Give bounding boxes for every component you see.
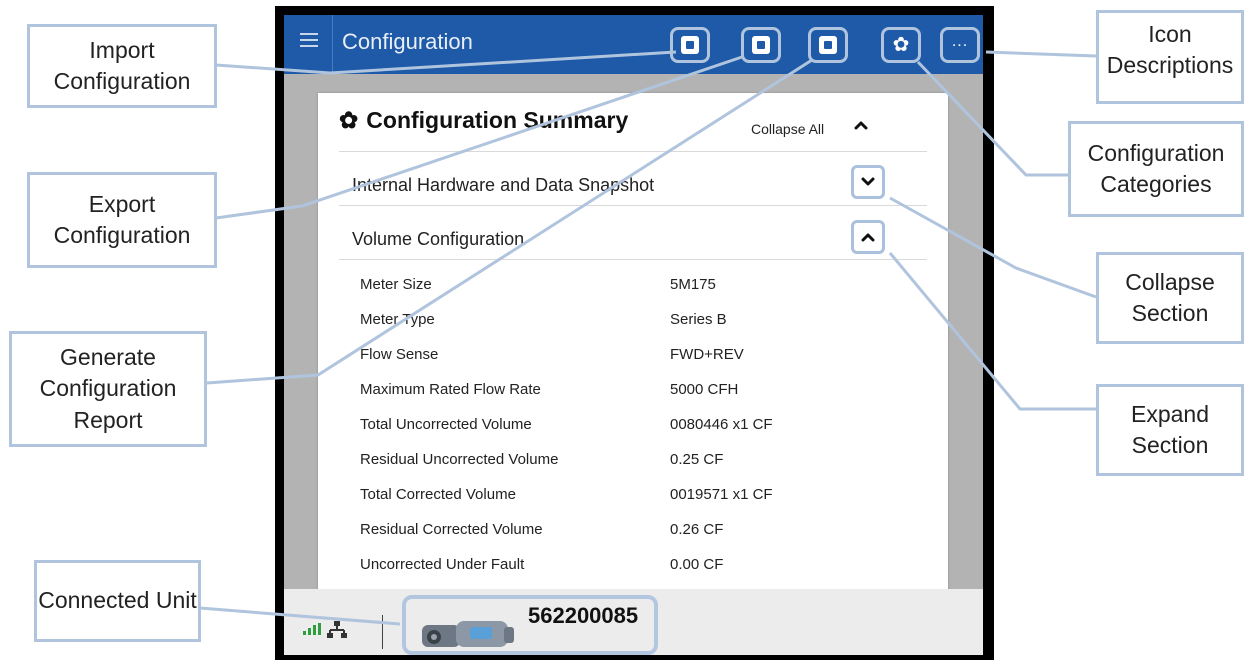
signal-strength-icon — [303, 623, 321, 635]
import-config-button[interactable] — [670, 27, 710, 63]
section-hardware-snapshot[interactable]: Internal Hardware and Data Snapshot — [352, 175, 654, 196]
row-label: Maximum Rated Flow Rate — [360, 381, 541, 398]
summary-heading: ✿ Configuration Summary — [339, 107, 628, 134]
row-value: 0.25 CF — [670, 451, 724, 468]
report-file-icon — [819, 36, 837, 54]
row-value: FWD+REV — [670, 346, 744, 363]
callout-configuration-categories: Configuration Categories — [1068, 121, 1244, 217]
row-value: 0019571 x1 CF — [670, 486, 773, 503]
table-row: Meter Size 5M175 — [360, 276, 920, 300]
page-title: Configuration — [342, 29, 473, 54]
row-label: Residual Uncorrected Volume — [360, 451, 559, 468]
section-volume-configuration[interactable]: Volume Configuration — [352, 229, 524, 250]
icon-descriptions-button[interactable]: ... — [940, 27, 980, 63]
app-screen: Configuration ✿ ... ✿ Configuration Summa… — [284, 15, 983, 655]
divider — [339, 205, 927, 206]
generate-report-button[interactable] — [808, 27, 848, 63]
import-file-icon — [681, 36, 699, 54]
row-value: 0.26 CF — [670, 521, 724, 538]
row-value: 0.00 CF — [670, 556, 724, 573]
chevron-down-icon — [861, 177, 875, 186]
export-config-button[interactable] — [741, 27, 781, 63]
export-file-icon — [752, 36, 770, 54]
chevron-up-icon — [861, 233, 875, 242]
row-value: 5M175 — [670, 276, 716, 293]
status-footer: 562200085 — [284, 589, 983, 655]
callout-expand-section: Expand Section — [1096, 384, 1244, 476]
gear-icon: ✿ — [339, 107, 359, 133]
table-row: Flow Sense FWD+REV — [360, 346, 920, 370]
network-icon — [327, 621, 347, 638]
row-label: Total Corrected Volume — [360, 486, 516, 503]
more-dots-icon: ... — [951, 33, 969, 50]
chevron-up-icon[interactable] — [853, 117, 869, 133]
callout-import-configuration: Import Configuration — [27, 24, 217, 108]
table-row: Total Corrected Volume 0019571 x1 CF — [360, 486, 920, 510]
meter-device-icon — [422, 621, 514, 647]
row-label: Residual Corrected Volume — [360, 521, 543, 538]
callout-connected-unit: Connected Unit — [34, 560, 201, 642]
title-divider — [332, 15, 333, 74]
row-value: Series B — [670, 311, 727, 328]
table-row: Residual Uncorrected Volume 0.25 CF — [360, 451, 920, 475]
row-label: Uncorrected Under Fault — [360, 556, 525, 573]
row-value: 0080446 x1 CF — [670, 416, 773, 433]
configuration-summary-card: ✿ Configuration Summary Collapse All Inte… — [318, 93, 948, 623]
callout-icon-descriptions: Icon Descriptions — [1096, 10, 1244, 104]
callout-generate-report: Generate Configuration Report — [9, 331, 207, 447]
callout-collapse-section: Collapse Section — [1096, 252, 1244, 344]
leader-icon-descriptions — [985, 50, 1097, 58]
row-label: Total Uncorrected Volume — [360, 416, 532, 433]
divider — [339, 151, 927, 152]
row-value: 5000 CFH — [670, 381, 739, 398]
connected-unit-card[interactable]: 562200085 — [402, 595, 658, 655]
collapse-section-button[interactable] — [851, 165, 885, 199]
unit-serial-number: 562200085 — [528, 603, 639, 628]
config-categories-button[interactable]: ✿ — [881, 27, 921, 63]
collapse-all-link[interactable]: Collapse All — [751, 121, 824, 137]
table-row: Uncorrected Under Fault 0.00 CF — [360, 556, 920, 580]
callout-export-configuration: Export Configuration — [27, 172, 217, 268]
table-row: Residual Corrected Volume 0.26 CF — [360, 521, 920, 545]
summary-title: Configuration Summary — [366, 107, 629, 133]
table-row: Maximum Rated Flow Rate 5000 CFH — [360, 381, 920, 405]
row-label: Meter Size — [360, 276, 432, 293]
table-row: Meter Type Series B — [360, 311, 920, 335]
expand-section-button[interactable] — [851, 220, 885, 254]
device-frame: Configuration ✿ ... ✿ Configuration Summa… — [275, 6, 994, 660]
row-label: Flow Sense — [360, 346, 439, 363]
footer-divider — [382, 615, 383, 649]
gear-icon: ✿ — [892, 34, 910, 56]
hamburger-icon[interactable] — [300, 33, 318, 47]
divider — [339, 259, 927, 260]
row-label: Meter Type — [360, 311, 435, 328]
title-bar: Configuration ✿ ... — [284, 15, 983, 74]
table-row: Total Uncorrected Volume 0080446 x1 CF — [360, 416, 920, 440]
